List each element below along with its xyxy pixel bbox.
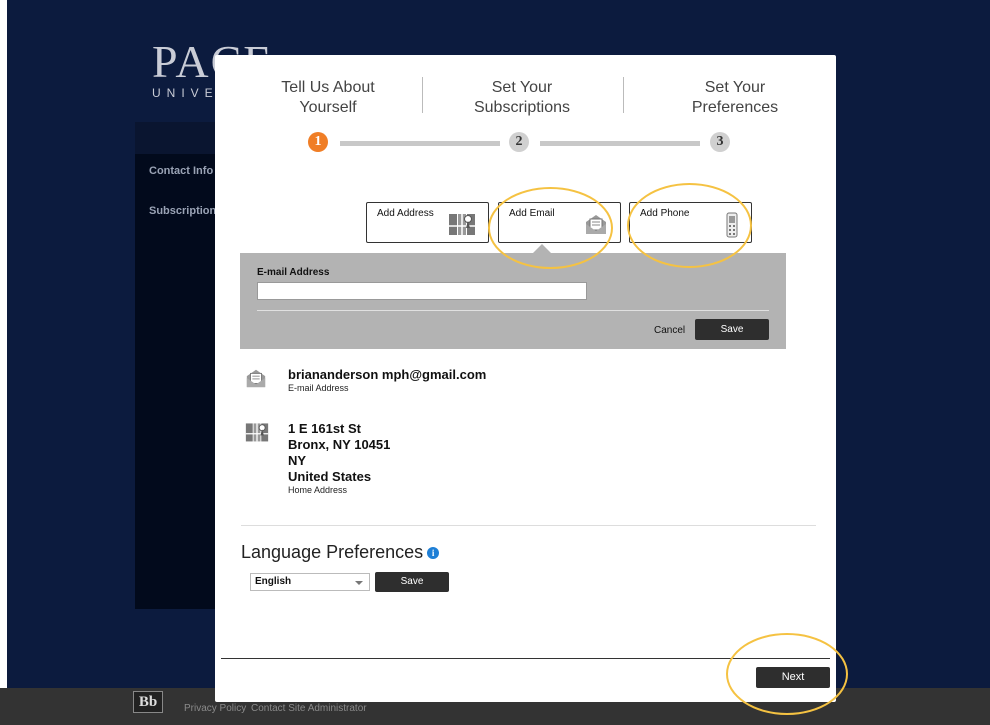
- add-address-label: Add Address: [377, 208, 434, 219]
- step-1-indicator: 1: [308, 132, 328, 152]
- email-form-panel: E-mail Address Cancel Save: [240, 253, 786, 349]
- envelope-icon: [245, 367, 267, 394]
- email-type: E-mail Address: [288, 383, 349, 393]
- address-line-3: NY: [288, 453, 307, 468]
- sidebar-item-contact-info[interactable]: Contact Info: [149, 165, 213, 177]
- info-icon[interactable]: i: [427, 547, 440, 559]
- blackboard-logo: Bb: [133, 691, 163, 713]
- step-3-title: Set Your Preferences: [691, 79, 779, 116]
- address-line-1: 1 E 161st St: [288, 421, 361, 436]
- privacy-policy-link[interactable]: Privacy Policy: [184, 703, 246, 714]
- step-3-indicator: 3: [710, 132, 730, 152]
- save-email-button[interactable]: Save: [695, 319, 769, 340]
- panel-divider: [257, 310, 769, 311]
- language-selected-value: English: [255, 576, 292, 587]
- map-icon: [448, 212, 476, 241]
- step-divider: [623, 77, 624, 113]
- address-type: Home Address: [288, 485, 348, 495]
- email-value: briananderson mph@gmail.com: [288, 367, 487, 382]
- email-input[interactable]: [257, 282, 587, 300]
- progress-line-2: [540, 141, 700, 146]
- highlight-circle-phone: [627, 183, 752, 268]
- step-divider: [422, 77, 423, 113]
- step-2-title: Set Your Subscriptions: [473, 79, 571, 116]
- save-language-button[interactable]: Save: [375, 572, 449, 592]
- add-address-button[interactable]: Add Address: [366, 202, 489, 243]
- address-line-2: Bronx, NY 10451: [288, 437, 391, 452]
- background-sidebar: [135, 122, 220, 609]
- step-1-title: Tell Us About Yourself: [281, 79, 375, 116]
- highlight-circle-next: [726, 633, 848, 715]
- profile-setup-modal: Tell Us About Yourself Set Your Subscripti…: [215, 55, 836, 702]
- address-line-4: United States: [288, 469, 372, 484]
- sidebar-header-bar: [135, 122, 220, 154]
- email-field-label: E-mail Address: [257, 267, 330, 278]
- map-icon: [245, 421, 269, 448]
- chevron-down-icon: [355, 581, 363, 585]
- highlight-circle-email: [488, 187, 613, 269]
- cancel-button[interactable]: Cancel: [654, 325, 685, 336]
- sidebar-item-subscriptions[interactable]: Subscriptions: [149, 205, 222, 217]
- contact-admin-link[interactable]: Contact Site Administrator: [251, 703, 367, 714]
- language-preferences-title: Language Preferences i: [241, 542, 440, 563]
- language-select[interactable]: English: [250, 573, 370, 591]
- progress-line-1: [340, 141, 500, 146]
- section-divider: [241, 525, 816, 526]
- step-2-indicator: 2: [509, 132, 529, 152]
- left-edge: [0, 0, 7, 725]
